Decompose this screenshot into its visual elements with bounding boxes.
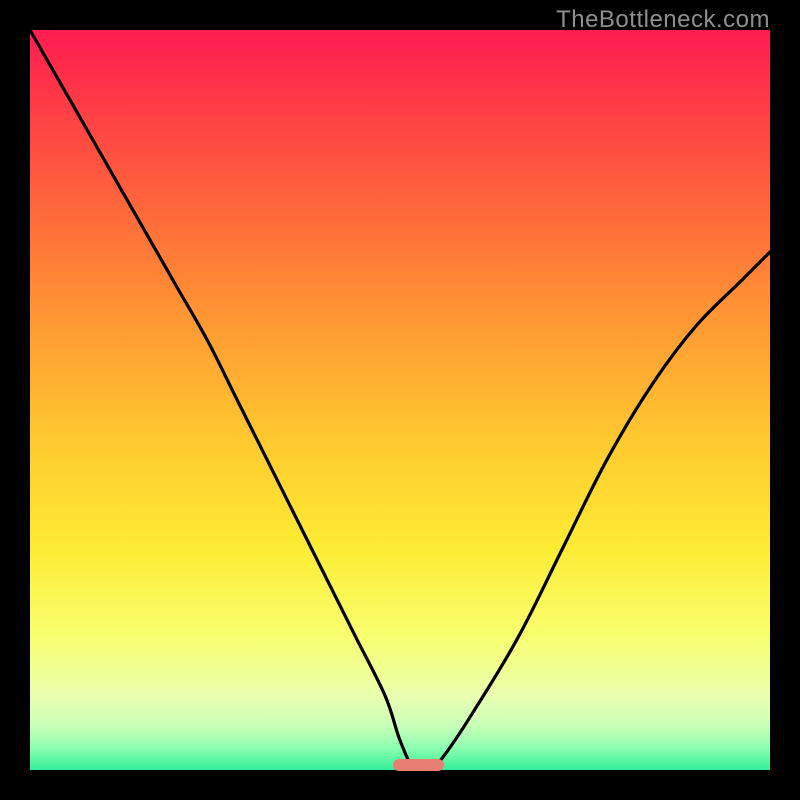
plot-area [30, 30, 770, 770]
bottleneck-curve [30, 30, 770, 770]
attribution-text: TheBottleneck.com [556, 6, 770, 34]
chart-frame: TheBottleneck.com [0, 0, 800, 800]
optimal-marker [393, 759, 445, 771]
